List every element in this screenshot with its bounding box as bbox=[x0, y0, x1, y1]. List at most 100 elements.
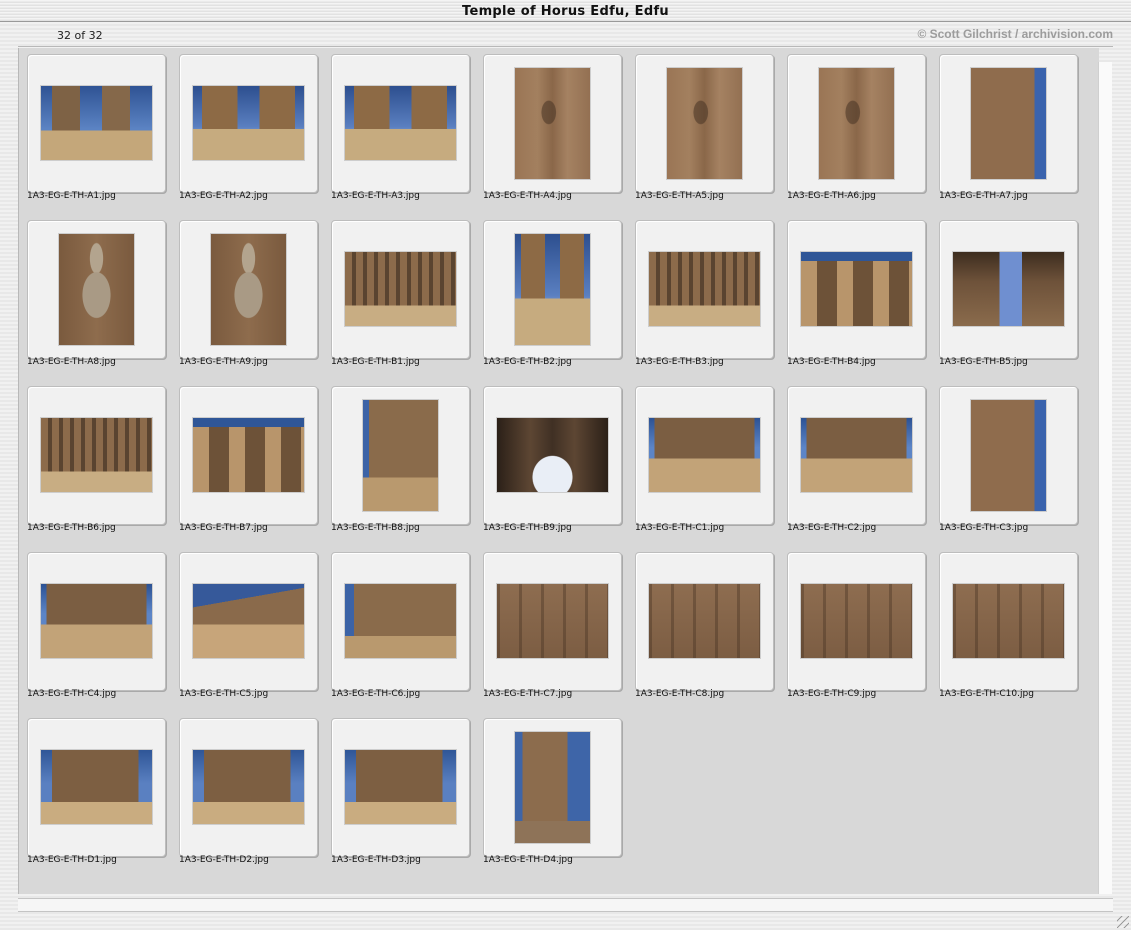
slide-frame[interactable] bbox=[483, 552, 622, 691]
slide-frame[interactable] bbox=[179, 54, 318, 193]
vertical-scrollbar[interactable] bbox=[1098, 62, 1112, 894]
thumbnail-item[interactable]: 1A3-EG-E-TH-A5.jpg bbox=[629, 48, 781, 214]
thumbnail-item[interactable]: 1A3-EG-E-TH-B9.jpg bbox=[477, 380, 629, 546]
thumbnail-item[interactable]: 1A3-EG-E-TH-B6.jpg bbox=[21, 380, 173, 546]
slide-frame[interactable] bbox=[27, 552, 166, 691]
thumbnail-image[interactable] bbox=[801, 252, 912, 326]
slide-frame[interactable] bbox=[179, 552, 318, 691]
thumbnail-item[interactable]: 1A3-EG-E-TH-A6.jpg bbox=[781, 48, 933, 214]
slide-frame[interactable] bbox=[331, 718, 470, 857]
slide-frame[interactable] bbox=[939, 54, 1078, 193]
slide-frame[interactable] bbox=[483, 220, 622, 359]
slide-frame[interactable] bbox=[483, 718, 622, 857]
thumbnail-item[interactable]: 1A3-EG-E-TH-D1.jpg bbox=[21, 712, 173, 878]
thumbnail-image[interactable] bbox=[953, 252, 1064, 326]
slide-frame[interactable] bbox=[787, 54, 926, 193]
thumbnail-item[interactable]: 1A3-EG-E-TH-C10.jpg bbox=[933, 546, 1085, 712]
slide-frame[interactable] bbox=[939, 220, 1078, 359]
thumbnail-item[interactable]: 1A3-EG-E-TH-B1.jpg bbox=[325, 214, 477, 380]
thumbnail-image[interactable] bbox=[497, 584, 608, 658]
thumbnail-image[interactable] bbox=[649, 584, 760, 658]
thumbnail-image[interactable] bbox=[515, 68, 590, 179]
thumbnail-image[interactable] bbox=[193, 418, 304, 492]
slide-frame[interactable] bbox=[635, 386, 774, 525]
thumbnail-image[interactable] bbox=[345, 252, 456, 326]
thumbnail-image[interactable] bbox=[819, 68, 894, 179]
thumbnail-item[interactable]: 1A3-EG-E-TH-C6.jpg bbox=[325, 546, 477, 712]
thumbnail-item[interactable]: 1A3-EG-E-TH-A1.jpg bbox=[21, 48, 173, 214]
thumbnail-image[interactable] bbox=[193, 750, 304, 824]
thumbnail-image[interactable] bbox=[193, 86, 304, 160]
slide-frame[interactable] bbox=[635, 220, 774, 359]
slide-frame[interactable] bbox=[483, 54, 622, 193]
thumbnail-image[interactable] bbox=[211, 234, 286, 345]
thumbnail-image[interactable] bbox=[363, 400, 438, 511]
slide-frame[interactable] bbox=[179, 220, 318, 359]
thumbnail-item[interactable]: 1A3-EG-E-TH-B4.jpg bbox=[781, 214, 933, 380]
thumbnail-image[interactable] bbox=[801, 584, 912, 658]
thumbnail-item[interactable]: 1A3-EG-E-TH-C7.jpg bbox=[477, 546, 629, 712]
thumbnail-image[interactable] bbox=[41, 86, 152, 160]
slide-frame[interactable] bbox=[635, 54, 774, 193]
slide-frame[interactable] bbox=[27, 54, 166, 193]
thumbnail-image[interactable] bbox=[971, 400, 1046, 511]
thumbnail-item[interactable]: 1A3-EG-E-TH-A7.jpg bbox=[933, 48, 1085, 214]
thumbnail-image[interactable] bbox=[649, 418, 760, 492]
thumbnail-image[interactable] bbox=[345, 584, 456, 658]
thumbnail-item[interactable]: 1A3-EG-E-TH-B8.jpg bbox=[325, 380, 477, 546]
thumbnail-item[interactable]: 1A3-EG-E-TH-C9.jpg bbox=[781, 546, 933, 712]
thumbnail-item[interactable]: 1A3-EG-E-TH-C2.jpg bbox=[781, 380, 933, 546]
thumbnail-image[interactable] bbox=[41, 418, 152, 492]
thumbnail-item[interactable]: 1A3-EG-E-TH-D2.jpg bbox=[173, 712, 325, 878]
slide-frame[interactable] bbox=[331, 220, 470, 359]
thumbnail-image[interactable] bbox=[41, 584, 152, 658]
thumbnail-image[interactable] bbox=[515, 732, 590, 843]
thumbnail-item[interactable]: 1A3-EG-E-TH-C8.jpg bbox=[629, 546, 781, 712]
thumbnail-image[interactable] bbox=[801, 418, 912, 492]
slide-frame[interactable] bbox=[27, 386, 166, 525]
thumbnail-image[interactable] bbox=[667, 68, 742, 179]
thumbnail-item[interactable]: 1A3-EG-E-TH-A4.jpg bbox=[477, 48, 629, 214]
thumbnail-item[interactable]: 1A3-EG-E-TH-D4.jpg bbox=[477, 712, 629, 878]
thumbnail-item[interactable]: 1A3-EG-E-TH-A9.jpg bbox=[173, 214, 325, 380]
slide-frame[interactable] bbox=[331, 552, 470, 691]
thumbnail-item[interactable]: 1A3-EG-E-TH-C4.jpg bbox=[21, 546, 173, 712]
thumbnail-item[interactable]: 1A3-EG-E-TH-B3.jpg bbox=[629, 214, 781, 380]
thumbnail-image[interactable] bbox=[345, 750, 456, 824]
thumbnail-image[interactable] bbox=[515, 234, 590, 345]
resize-grip-icon[interactable] bbox=[1117, 916, 1129, 928]
thumbnail-image[interactable] bbox=[59, 234, 134, 345]
thumbnail-item[interactable]: 1A3-EG-E-TH-C1.jpg bbox=[629, 380, 781, 546]
horizontal-scrollbar[interactable] bbox=[18, 898, 1113, 912]
slide-frame[interactable] bbox=[939, 552, 1078, 691]
slide-frame[interactable] bbox=[179, 718, 318, 857]
slide-frame[interactable] bbox=[179, 386, 318, 525]
thumbnail-item[interactable]: 1A3-EG-E-TH-B7.jpg bbox=[173, 380, 325, 546]
slide-frame[interactable] bbox=[27, 220, 166, 359]
slide-frame[interactable] bbox=[635, 552, 774, 691]
slide-frame[interactable] bbox=[483, 386, 622, 525]
thumbnail-image[interactable] bbox=[41, 750, 152, 824]
slide-frame[interactable] bbox=[939, 386, 1078, 525]
thumbnail-image[interactable] bbox=[497, 418, 608, 492]
thumbnail-item[interactable]: 1A3-EG-E-TH-B5.jpg bbox=[933, 214, 1085, 380]
thumbnail-item[interactable]: 1A3-EG-E-TH-A2.jpg bbox=[173, 48, 325, 214]
title-bar[interactable]: Temple of Horus Edfu, Edfu bbox=[0, 0, 1131, 22]
thumbnail-image[interactable] bbox=[193, 584, 304, 658]
thumbnail-image[interactable] bbox=[953, 584, 1064, 658]
thumbnail-image[interactable] bbox=[649, 252, 760, 326]
slide-frame[interactable] bbox=[331, 386, 470, 525]
slide-frame[interactable] bbox=[27, 718, 166, 857]
slide-frame[interactable] bbox=[787, 552, 926, 691]
thumbnail-image[interactable] bbox=[345, 86, 456, 160]
slide-frame[interactable] bbox=[787, 386, 926, 525]
thumbnail-image[interactable] bbox=[971, 68, 1046, 179]
thumbnail-item[interactable]: 1A3-EG-E-TH-A8.jpg bbox=[21, 214, 173, 380]
slide-frame[interactable] bbox=[787, 220, 926, 359]
thumbnail-item[interactable]: 1A3-EG-E-TH-A3.jpg bbox=[325, 48, 477, 214]
slide-frame[interactable] bbox=[331, 54, 470, 193]
thumbnail-item[interactable]: 1A3-EG-E-TH-D3.jpg bbox=[325, 712, 477, 878]
thumbnail-item[interactable]: 1A3-EG-E-TH-B2.jpg bbox=[477, 214, 629, 380]
thumbnail-item[interactable]: 1A3-EG-E-TH-C3.jpg bbox=[933, 380, 1085, 546]
thumbnail-item[interactable]: 1A3-EG-E-TH-C5.jpg bbox=[173, 546, 325, 712]
